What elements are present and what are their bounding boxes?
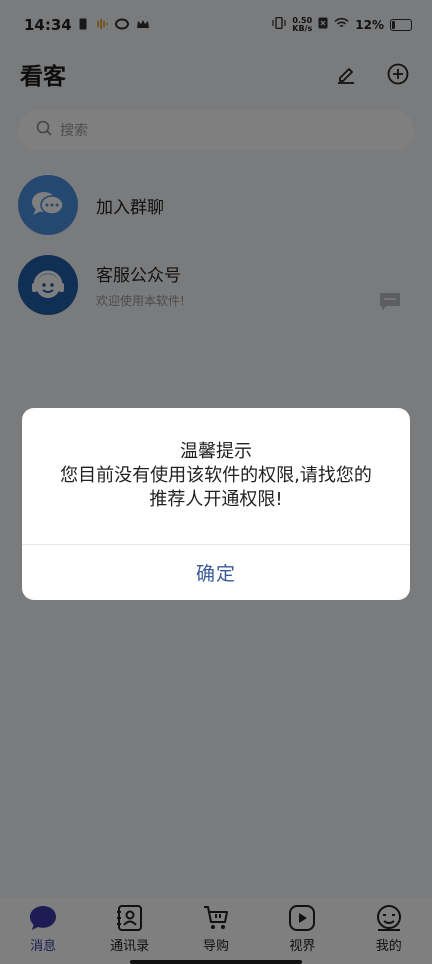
dialog-message-line1: 您目前没有使用该软件的权限,请找您的 — [60, 465, 372, 486]
confirm-button[interactable]: 确定 — [22, 545, 410, 600]
permission-dialog: 温馨提示 您目前没有使用该软件的权限,请找您的 推荐人开通权限! 确定 — [22, 408, 410, 600]
dialog-message-line2: 推荐人开通权限! — [149, 489, 283, 510]
dialog-title: 温馨提示 — [180, 441, 252, 462]
